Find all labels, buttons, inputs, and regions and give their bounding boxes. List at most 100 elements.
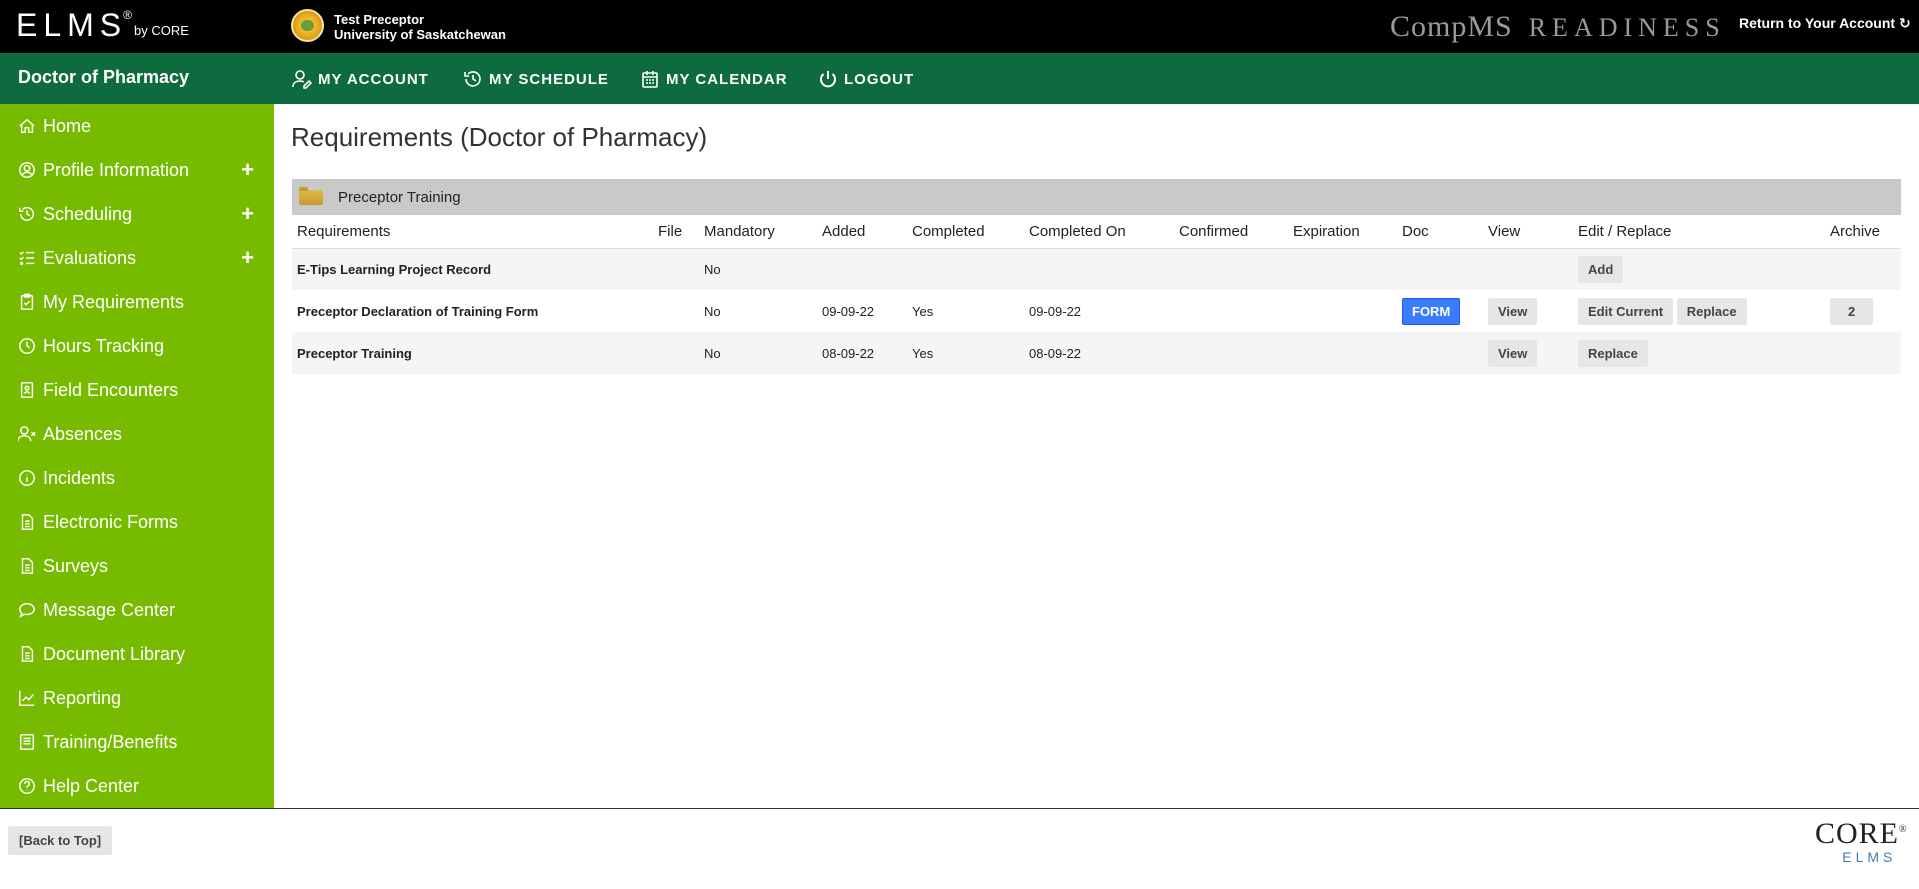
chart-line-icon <box>17 688 37 708</box>
added-cell <box>817 248 907 290</box>
edit-cell: Replace <box>1573 332 1825 374</box>
column-header: Expiration <box>1288 215 1397 249</box>
requirement-name: Preceptor Training <box>292 332 653 374</box>
book-icon <box>17 732 37 752</box>
sidebar-item-label: Message Center <box>43 599 176 620</box>
mandatory-cell: No <box>699 248 817 290</box>
elms-logo[interactable]: ELMS ® by CORE <box>16 8 189 42</box>
sidebar-item-label: Scheduling <box>43 203 133 224</box>
sidebar-item-document-library[interactable]: Document Library <box>0 637 274 671</box>
expiration-cell <box>1288 248 1397 290</box>
history-icon <box>17 204 37 224</box>
sidebar-item-surveys[interactable]: Surveys <box>0 549 274 583</box>
page-title: Requirements (Doctor of Pharmacy) <box>291 122 708 152</box>
sidebar-item-help-center[interactable]: Help Center <box>0 769 274 803</box>
completed-on-cell <box>1024 248 1174 290</box>
sidebar-item-label: Profile Information <box>43 159 190 180</box>
user-x-icon <box>17 424 37 444</box>
replace-button[interactable]: Replace <box>1578 339 1648 367</box>
sidebar-item-label: My Requirements <box>43 291 185 312</box>
archive-count-button[interactable]: 2 <box>1830 297 1874 325</box>
sidebar-item-home[interactable]: Home <box>0 109 274 143</box>
user-info: Test Preceptor University of Saskatchewa… <box>334 12 506 42</box>
sidebar-item-label: Field Encounters <box>43 379 179 400</box>
folder-icon <box>299 186 323 205</box>
main-nav-bar: Doctor of Pharmacy MY ACCOUNT MY SCHEDUL… <box>0 53 1919 104</box>
sidebar: Home Profile Information + Scheduling + … <box>0 104 274 809</box>
replace-button[interactable]: Replace <box>1676 297 1747 325</box>
file-icon <box>17 644 37 664</box>
expand-plus-icon[interactable]: + <box>241 157 254 183</box>
question-icon <box>17 776 37 796</box>
add-button[interactable]: Add <box>1578 255 1624 283</box>
file-cell <box>653 332 699 374</box>
requirement-name: Preceptor Declaration of Training Form <box>292 290 653 332</box>
sidebar-item-field-encounters[interactable]: Field Encounters <box>0 373 274 407</box>
home-icon <box>17 116 37 136</box>
requirement-group-header[interactable]: Preceptor Training <box>292 179 1901 215</box>
completed-on-cell: 09-09-22 <box>1024 290 1174 332</box>
added-cell: 08-09-22 <box>817 332 907 374</box>
user-organization: University of Saskatchewan <box>334 27 506 42</box>
mandatory-cell: No <box>699 332 817 374</box>
sidebar-item-label: Hours Tracking <box>43 335 165 356</box>
core-logo-subtext: ELMS <box>1842 849 1897 865</box>
history-icon <box>464 71 481 87</box>
sidebar-item-label: Training/Benefits <box>43 731 178 752</box>
confirmed-cell <box>1174 290 1288 332</box>
sidebar-item-reporting[interactable]: Reporting <box>0 681 274 715</box>
core-elms-logo: CORE® ELMS <box>1815 815 1908 866</box>
nav-my-schedule[interactable]: MY SCHEDULE <box>463 69 609 89</box>
view-cell: View <box>1483 332 1573 374</box>
requirement-name: E-Tips Learning Project Record <box>292 248 653 290</box>
column-header: Added <box>817 215 907 249</box>
sidebar-item-incidents[interactable]: Incidents <box>0 461 274 495</box>
brand-compms: CompMS <box>1390 10 1513 43</box>
archive-cell: 2 <box>1825 290 1901 332</box>
list-check-icon <box>17 248 37 268</box>
return-to-account-link[interactable]: Return to Your Account ↻ <box>1739 15 1911 32</box>
return-link-label: Return to Your Account <box>1739 15 1896 31</box>
added-cell: 09-09-22 <box>817 290 907 332</box>
file-cell <box>653 290 699 332</box>
column-header: Doc <box>1397 215 1483 249</box>
nav-logout[interactable]: LOGOUT <box>818 69 914 89</box>
sidebar-item-hours-tracking[interactable]: Hours Tracking <box>0 329 274 363</box>
refresh-icon: ↻ <box>1898 15 1911 31</box>
nav-my-calendar-label: MY CALENDAR <box>666 70 788 88</box>
expand-plus-icon[interactable]: + <box>241 201 254 227</box>
back-to-top-button[interactable]: [Back to Top] <box>8 826 113 855</box>
sidebar-item-label: Absences <box>43 423 123 444</box>
expand-plus-icon[interactable]: + <box>241 245 254 271</box>
sidebar-item-message-center[interactable]: Message Center <box>0 593 274 627</box>
nav-my-calendar[interactable]: MY CALENDAR <box>640 69 788 89</box>
column-header: Completed On <box>1024 215 1174 249</box>
power-icon <box>820 71 836 88</box>
table-row: E-Tips Learning Project Record No Add <box>292 248 1901 290</box>
view-button[interactable]: View <box>1488 297 1538 325</box>
view-button[interactable]: View <box>1488 339 1538 367</box>
compms-readiness-brand: CompMS READINESS <box>1390 10 1726 44</box>
sidebar-item-electronic-forms[interactable]: Electronic Forms <box>0 505 274 539</box>
sidebar-item-profile-information[interactable]: Profile Information + <box>0 153 274 187</box>
completed-cell: Yes <box>907 332 1024 374</box>
calendar-icon <box>642 71 658 88</box>
file-cell <box>653 248 699 290</box>
column-header: Edit / Replace <box>1573 215 1825 249</box>
sidebar-item-label: Home <box>43 115 92 136</box>
core-logo-text: CORE <box>1815 817 1900 850</box>
form-button[interactable]: FORM <box>1402 297 1461 325</box>
sidebar-item-my-requirements[interactable]: My Requirements <box>0 285 274 319</box>
doc-cell <box>1397 248 1483 290</box>
nav-my-account[interactable]: MY ACCOUNT <box>292 69 429 89</box>
table-row: Preceptor Declaration of Training Form N… <box>292 290 1901 332</box>
column-header: View <box>1483 215 1573 249</box>
sidebar-item-training-benefits[interactable]: Training/Benefits <box>0 725 274 759</box>
table-row: Preceptor Training No 08-09-22 Yes 08-09… <box>292 332 1901 374</box>
sidebar-item-scheduling[interactable]: Scheduling + <box>0 197 274 231</box>
sidebar-item-evaluations[interactable]: Evaluations + <box>0 241 274 275</box>
clock-icon <box>17 336 37 356</box>
sidebar-item-absences[interactable]: Absences <box>0 417 274 451</box>
edit-current-button[interactable]: Edit Current <box>1578 297 1674 325</box>
column-header: Requirements <box>292 215 653 249</box>
